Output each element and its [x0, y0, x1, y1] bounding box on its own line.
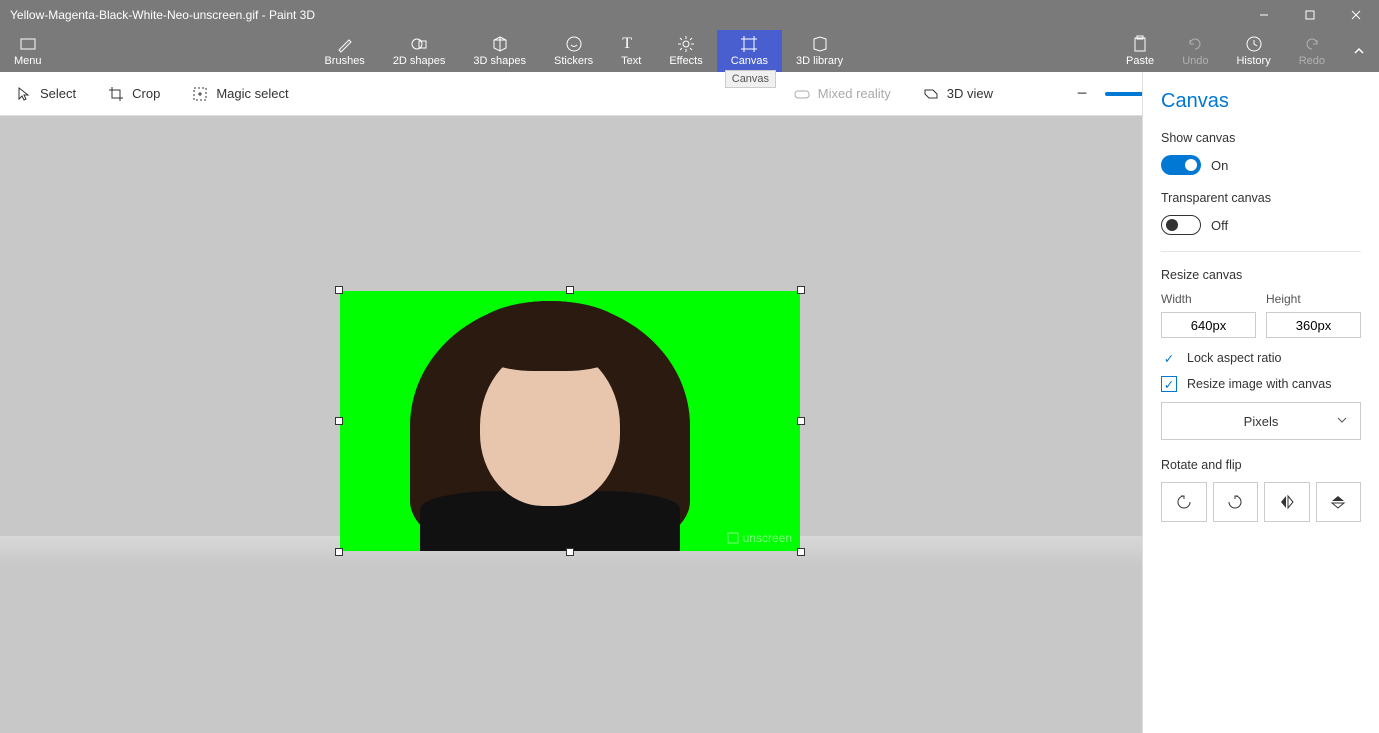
text-icon: T	[622, 35, 640, 53]
resize-handle-tr[interactable]	[797, 286, 805, 294]
window-title: Yellow-Magenta-Black-White-Neo-unscreen.…	[10, 8, 315, 22]
undo-icon	[1186, 35, 1204, 53]
redo-icon	[1303, 35, 1321, 53]
rotate-ccw-button[interactable]	[1161, 482, 1207, 522]
resize-handle-tl[interactable]	[335, 286, 343, 294]
resize-image-checkbox[interactable]: ✓ Resize image with canvas	[1161, 376, 1361, 392]
rotate-cw-icon	[1226, 493, 1244, 511]
maximize-button[interactable]	[1287, 0, 1333, 30]
window-controls	[1241, 0, 1379, 30]
magic-select-tool[interactable]: Magic select	[176, 72, 304, 115]
tab-stickers[interactable]: Stickers	[540, 30, 607, 72]
tab-effects[interactable]: Effects	[655, 30, 716, 72]
crop-tool[interactable]: Crop	[92, 72, 176, 115]
mixed-reality-button: Mixed reality	[778, 72, 907, 115]
3dlibrary-icon	[811, 35, 829, 53]
rotate-ccw-icon	[1175, 493, 1193, 511]
canvas-selection[interactable]: unscreen	[340, 291, 800, 551]
flip-horizontal-button[interactable]	[1264, 482, 1310, 522]
resize-handle-ml[interactable]	[335, 417, 343, 425]
history-icon	[1245, 35, 1263, 53]
resize-canvas-label: Resize canvas	[1161, 268, 1361, 282]
titlebar: Yellow-Magenta-Black-White-Neo-unscreen.…	[0, 0, 1379, 30]
flip-vertical-button[interactable]	[1316, 482, 1362, 522]
tab-2d-shapes[interactable]: 2D shapes	[379, 30, 460, 72]
canvas-image[interactable]: unscreen	[340, 291, 800, 551]
crop-icon	[108, 86, 124, 102]
2dshapes-icon	[410, 35, 428, 53]
3dview-icon	[923, 86, 939, 102]
width-input[interactable]	[1161, 312, 1256, 338]
workspace[interactable]: unscreen	[0, 116, 1142, 733]
resize-handle-bc[interactable]	[566, 548, 574, 556]
rotate-cw-button[interactable]	[1213, 482, 1259, 522]
height-label: Height	[1266, 292, 1361, 306]
effects-icon	[677, 35, 695, 53]
zoom-out-button[interactable]: −	[1069, 81, 1095, 107]
tab-3d-shapes[interactable]: 3D shapes	[459, 30, 540, 72]
canvas-panel: Canvas Show canvas On Transparent canvas…	[1142, 72, 1379, 733]
resize-handle-mr[interactable]	[797, 417, 805, 425]
minimize-button[interactable]	[1241, 0, 1287, 30]
redo-button[interactable]: Redo	[1285, 30, 1339, 72]
canvas-tooltip: Canvas	[725, 70, 776, 88]
brush-icon	[336, 35, 354, 53]
flip-h-icon	[1278, 493, 1296, 511]
resize-handle-br[interactable]	[797, 548, 805, 556]
flip-v-icon	[1329, 493, 1347, 511]
panel-title: Canvas	[1161, 90, 1361, 113]
stickers-icon	[565, 35, 583, 53]
paste-button[interactable]: Paste	[1112, 30, 1168, 72]
transparent-canvas-toggle[interactable]	[1161, 215, 1201, 235]
show-canvas-state: On	[1211, 158, 1228, 173]
watermark-icon	[727, 532, 739, 544]
show-canvas-toggle[interactable]	[1161, 155, 1201, 175]
chevron-down-icon	[1336, 414, 1348, 429]
lock-aspect-checkbox[interactable]: ✓ Lock aspect ratio	[1161, 350, 1361, 366]
show-canvas-label: Show canvas	[1161, 131, 1361, 145]
height-input[interactable]	[1266, 312, 1361, 338]
tab-canvas[interactable]: Canvas Canvas	[717, 30, 782, 72]
tab-3d-library[interactable]: 3D library	[782, 30, 857, 72]
canvas-icon	[740, 35, 758, 53]
width-label: Width	[1161, 292, 1256, 306]
mixed-reality-icon	[794, 86, 810, 102]
watermark: unscreen	[727, 531, 792, 545]
transparent-canvas-state: Off	[1211, 218, 1228, 233]
rotate-flip-label: Rotate and flip	[1161, 458, 1361, 472]
transparent-canvas-label: Transparent canvas	[1161, 191, 1361, 205]
history-button[interactable]: History	[1222, 30, 1284, 72]
units-dropdown[interactable]: Pixels	[1161, 402, 1361, 440]
collapse-ribbon-button[interactable]	[1339, 30, 1379, 72]
tab-text[interactable]: T Text	[607, 30, 655, 72]
menu-label: Menu	[14, 55, 42, 67]
paste-icon	[1131, 35, 1149, 53]
cursor-icon	[16, 86, 32, 102]
ribbon: Menu Brushes 2D shapes 3D shapes Sticker…	[0, 30, 1379, 72]
menu-button[interactable]: Menu	[0, 30, 56, 72]
resize-handle-tc[interactable]	[566, 286, 574, 294]
close-button[interactable]	[1333, 0, 1379, 30]
tab-brushes[interactable]: Brushes	[310, 30, 378, 72]
check-icon: ✓	[1161, 376, 1177, 392]
undo-button[interactable]: Undo	[1168, 30, 1222, 72]
select-tool[interactable]: Select	[0, 72, 92, 115]
check-icon: ✓	[1161, 350, 1177, 366]
3dshapes-icon	[491, 35, 509, 53]
magic-select-icon	[192, 86, 208, 102]
resize-handle-bl[interactable]	[335, 548, 343, 556]
3d-view-button[interactable]: 3D view	[907, 72, 1009, 115]
